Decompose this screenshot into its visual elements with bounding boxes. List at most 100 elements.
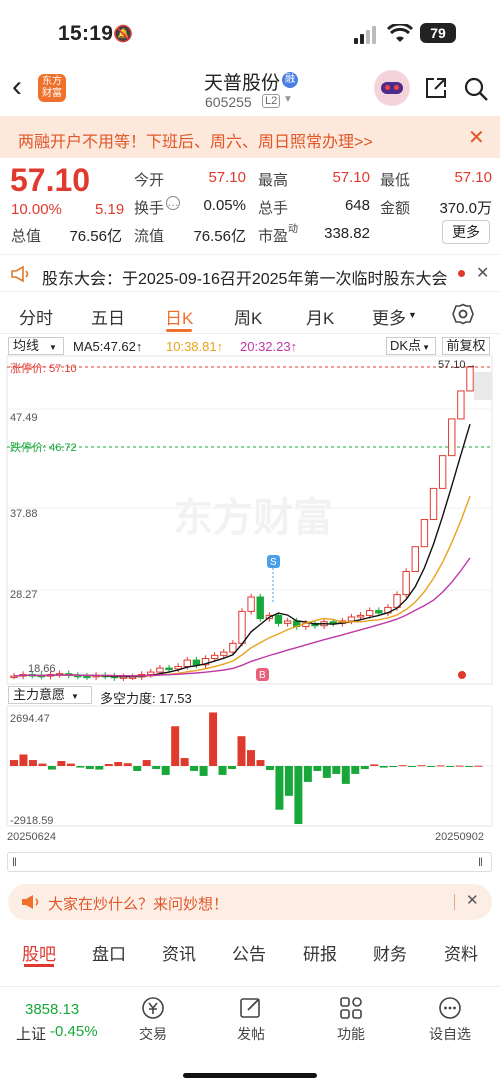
clock: 15:19 (58, 22, 114, 45)
kline-chart[interactable]: 东方财富 涨停价: 57.10 47.49 跌停价: 46.72 37.88 2… (0, 334, 500, 854)
tab-research[interactable]: 研报 (303, 940, 337, 965)
candle[interactable] (356, 614, 365, 618)
indicator-bar (417, 765, 426, 767)
candle[interactable] (365, 610, 374, 616)
tab-guba[interactable]: 股吧 (22, 940, 56, 965)
candle[interactable] (174, 665, 182, 670)
avatar[interactable] (374, 70, 410, 106)
app-screen: 15:19 🔕 79 ‹ 东方 财富 天普股份 融 605255 L2 ▼ 两融… (0, 0, 500, 1084)
close-icon[interactable]: ✕ (468, 125, 485, 150)
candle[interactable] (147, 671, 155, 675)
indicator-bar (123, 763, 132, 766)
add-watchlist-label: 设自选 (429, 1026, 471, 1042)
adjust-button[interactable]: 前复权 (442, 337, 490, 355)
chevron-down-icon[interactable]: ▼ (283, 94, 293, 105)
pe-label: 市盈 (258, 228, 289, 245)
settings-icon[interactable] (452, 303, 474, 325)
candle[interactable] (247, 596, 255, 612)
candle[interactable] (256, 596, 264, 620)
candle[interactable] (438, 455, 447, 489)
add-watchlist-button[interactable]: 设自选 (415, 995, 485, 1044)
tab-monthly-k[interactable]: 月K (306, 304, 334, 329)
candle[interactable] (183, 659, 191, 667)
amount-value: 370.0万 (439, 200, 492, 217)
price-scale-pad (474, 372, 492, 400)
range-scroller[interactable]: ‖ ‖ (7, 852, 492, 872)
indicator-bar (313, 766, 322, 771)
indicator-bar (379, 766, 388, 768)
indicator-bar (142, 760, 151, 766)
candle[interactable] (411, 546, 419, 572)
indicator-bar (332, 766, 341, 774)
candle[interactable] (229, 642, 237, 653)
margin-badge: 融 (282, 72, 298, 88)
tab-finance[interactable]: 财务 (373, 940, 407, 965)
scroll-handle-left[interactable]: ‖ (12, 855, 17, 869)
post-button[interactable]: 发帖 (216, 995, 286, 1044)
close-icon[interactable]: ✕ (476, 263, 489, 283)
date-end: 20250902 (435, 831, 484, 843)
promo-banner[interactable]: 两融开户不用等！下班后、周六、周日照常办理>> ✕ (0, 116, 500, 158)
ma-select[interactable]: 均线 ▼ (8, 337, 64, 355)
functions-label: 功能 (337, 1026, 365, 1042)
ai-promo-bar[interactable]: 大家在炒什么？来问妙想！ ✕ (8, 884, 492, 920)
tab-more[interactable]: 更多 (372, 304, 406, 329)
y-tick: 28.27 (10, 589, 38, 601)
indicator-select-label: 主力意愿 (13, 687, 66, 702)
tab-five-day[interactable]: 五日 (91, 304, 125, 329)
candle[interactable] (192, 659, 201, 666)
indicator-select[interactable]: 主力意愿 ▼ (8, 686, 92, 704)
close-icon[interactable]: ✕ (466, 891, 479, 909)
indicator-bar (389, 766, 398, 767)
candle[interactable] (283, 620, 292, 624)
indicator-bar (228, 766, 237, 769)
functions-button[interactable]: 功能 (316, 995, 386, 1044)
candle[interactable] (156, 667, 164, 673)
tab-profile[interactable]: 资料 (444, 940, 478, 965)
tab-news[interactable]: 资讯 (162, 940, 196, 965)
candle[interactable] (83, 675, 91, 679)
announcement-bar[interactable]: 股东大会：于2025-09-16召开2025年第一次临时股东大会 ✕ (0, 254, 500, 292)
candle[interactable] (347, 616, 356, 622)
tab-intraday[interactable]: 分时 (19, 304, 53, 329)
share-icon[interactable] (424, 76, 448, 100)
index-value[interactable]: 3858.13 (25, 1001, 79, 1018)
kline-chart-area[interactable]: 东方财富 涨停价: 57.10 47.49 跌停价: 46.72 37.88 2… (0, 334, 500, 854)
date-start: 20250624 (7, 831, 56, 843)
scroll-handle-right[interactable]: ‖ (478, 855, 483, 869)
candle[interactable] (329, 621, 337, 624)
event-dot[interactable] (458, 671, 466, 679)
limit-up-label: 涨停价: 57.10 (10, 361, 77, 375)
info-icon[interactable]: … (166, 196, 180, 210)
indicator-bar (474, 765, 483, 767)
trade-button[interactable]: 交易 (118, 995, 188, 1044)
indicator-bar (360, 766, 369, 769)
bottom-toolbar: 3858.13 上证 -0.45% 交易 发帖 功能 设自选 (0, 986, 500, 1084)
dk-point-label: DK点 (390, 338, 422, 353)
candle[interactable] (238, 610, 246, 644)
mktcap-label: 总值 (11, 228, 42, 245)
candle[interactable] (220, 651, 228, 656)
indicator-bar (10, 760, 18, 766)
candle[interactable] (448, 418, 456, 457)
candle[interactable] (402, 570, 410, 596)
more-button[interactable]: 更多 (442, 220, 490, 244)
indicator-bar (152, 766, 161, 769)
tab-weekly-k[interactable]: 周K (234, 304, 262, 329)
search-icon[interactable] (463, 76, 489, 102)
back-icon[interactable]: ‹ (12, 70, 22, 104)
candle[interactable] (165, 667, 173, 671)
candle[interactable] (420, 519, 429, 548)
candle[interactable] (375, 610, 383, 614)
candle[interactable] (210, 654, 219, 660)
trade-label: 交易 (139, 1026, 167, 1042)
candle[interactable] (457, 390, 465, 420)
candle[interactable] (429, 487, 438, 521)
dk-point-button[interactable]: DK点▼ (386, 337, 436, 355)
tab-daily-k[interactable]: 日K (165, 304, 193, 329)
tab-announcements[interactable]: 公告 (232, 940, 266, 965)
tab-orderbook[interactable]: 盘口 (92, 940, 126, 965)
level2-badge[interactable]: L2 (262, 94, 281, 108)
candle[interactable] (274, 614, 283, 624)
indicator-bar (370, 764, 379, 766)
